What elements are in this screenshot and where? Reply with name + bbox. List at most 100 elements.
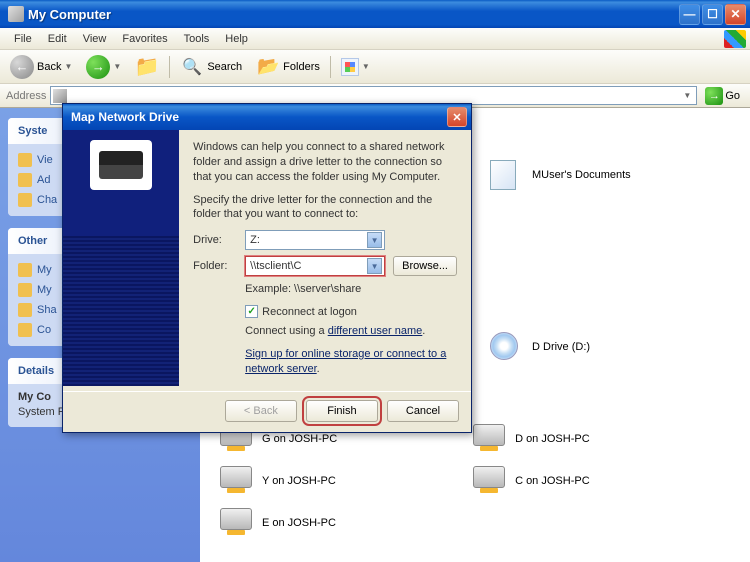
close-button[interactable]: ✕ xyxy=(725,4,746,25)
separator xyxy=(169,56,170,78)
back-button: < Back xyxy=(225,400,297,422)
drive-label: Drive: xyxy=(193,234,237,246)
folder-value: \\tsclient\C xyxy=(250,260,301,272)
reconnect-checkbox[interactable]: ✓ xyxy=(245,305,258,318)
go-icon: → xyxy=(705,87,723,105)
mycomputer-icon xyxy=(8,6,24,22)
address-label: Address xyxy=(6,90,46,102)
network-drive-icon xyxy=(220,508,252,530)
different-user-link[interactable]: different user name xyxy=(328,325,423,337)
dialog-specify-text: Specify the drive letter for the connect… xyxy=(193,193,457,223)
file-label: C on JOSH-PC xyxy=(515,475,590,487)
file-item[interactable]: E on JOSH-PC xyxy=(220,508,470,538)
drive-combo[interactable]: Z: ▼ xyxy=(245,230,385,250)
chevron-down-icon: ▼ xyxy=(367,258,382,274)
map-network-drive-dialog: Map Network Drive ✕ Windows can help you… xyxy=(62,103,472,433)
window-title: My Computer xyxy=(28,7,679,22)
search-label: Search xyxy=(207,61,242,73)
dialog-sidebar xyxy=(63,130,179,386)
chevron-down-icon: ▼ xyxy=(64,62,72,71)
separator xyxy=(330,56,331,78)
file-item[interactable]: MUser's Documents xyxy=(490,160,740,190)
document-icon xyxy=(490,160,516,190)
chevron-down-icon[interactable]: ▼ xyxy=(683,91,691,100)
menu-tools[interactable]: Tools xyxy=(176,31,218,47)
folders-icon: 📂 xyxy=(256,55,280,79)
window-titlebar: My Computer — ☐ ✕ xyxy=(0,0,750,28)
maximize-button[interactable]: ☐ xyxy=(702,4,723,25)
menu-favorites[interactable]: Favorites xyxy=(114,31,175,47)
task-icon xyxy=(18,263,32,277)
forward-icon: → xyxy=(86,55,110,79)
menu-file[interactable]: File xyxy=(6,31,40,47)
example-text: Example: \\server\share xyxy=(245,282,457,297)
network-drive-icon xyxy=(473,466,505,488)
search-button[interactable]: 🔍 Search xyxy=(176,53,246,81)
toolbar: ← Back ▼ → ▼ 📁 🔍 Search 📂 Folders ▼ xyxy=(0,50,750,84)
drive-value: Z: xyxy=(250,234,260,246)
file-label: D Drive (D:) xyxy=(532,341,590,353)
chevron-down-icon: ▼ xyxy=(113,62,121,71)
task-heading: Details xyxy=(18,365,54,377)
folders-button[interactable]: 📂 Folders xyxy=(252,53,324,81)
dialog-sidebar-bg xyxy=(63,236,179,386)
dialog-buttons: < Back Finish Cancel xyxy=(63,391,471,432)
folders-label: Folders xyxy=(283,61,320,73)
windows-flag-icon xyxy=(724,30,746,48)
file-item[interactable]: Y on JOSH-PC xyxy=(220,466,470,496)
file-item[interactable]: C on JOSH-PC xyxy=(473,466,723,496)
dialog-title: Map Network Drive xyxy=(71,110,447,124)
network-drive-icon xyxy=(473,424,505,446)
task-heading: Syste xyxy=(18,125,47,137)
menu-help[interactable]: Help xyxy=(217,31,256,47)
chevron-down-icon: ▼ xyxy=(362,62,370,71)
folder-up-icon: 📁 xyxy=(135,55,159,79)
minimize-button[interactable]: — xyxy=(679,4,700,25)
forward-button[interactable]: → ▼ xyxy=(82,53,125,81)
file-label: E on JOSH-PC xyxy=(262,517,336,529)
dialog-close-button[interactable]: ✕ xyxy=(447,107,467,127)
file-label: D on JOSH-PC xyxy=(515,433,590,445)
task-icon xyxy=(18,283,32,297)
file-item[interactable]: D Drive (D:) xyxy=(490,332,740,362)
dialog-intro-text: Windows can help you connect to a shared… xyxy=(193,140,457,185)
task-icon xyxy=(18,323,32,337)
task-icon xyxy=(18,153,32,167)
file-item[interactable]: D on JOSH-PC xyxy=(473,424,723,454)
cd-drive-icon xyxy=(490,332,518,360)
go-label: Go xyxy=(725,90,740,102)
browse-button[interactable]: Browse... xyxy=(393,256,457,276)
back-label: Back xyxy=(37,61,61,73)
file-label: G on JOSH-PC xyxy=(262,433,337,445)
chevron-down-icon: ▼ xyxy=(367,232,382,248)
details-name: My Co xyxy=(18,391,51,403)
menu-view[interactable]: View xyxy=(75,31,115,47)
task-icon xyxy=(18,173,32,187)
task-icon xyxy=(18,303,32,317)
folder-combo[interactable]: \\tsclient\C ▼ xyxy=(245,256,385,276)
network-drive-icon xyxy=(220,466,252,488)
view-icon xyxy=(341,58,359,76)
dialog-main: Windows can help you connect to a shared… xyxy=(179,130,471,391)
search-icon: 🔍 xyxy=(180,55,204,79)
menubar: File Edit View Favorites Tools Help xyxy=(0,28,750,50)
dialog-titlebar: Map Network Drive ✕ xyxy=(63,104,471,130)
folder-label: Folder: xyxy=(193,260,237,272)
task-heading: Other xyxy=(18,235,47,247)
reconnect-label: Reconnect at logon xyxy=(262,306,357,318)
file-label: MUser's Documents xyxy=(532,169,631,181)
task-icon xyxy=(18,193,32,207)
go-button[interactable]: → Go xyxy=(701,87,744,105)
connect-using-text: Connect using a xyxy=(245,325,328,337)
signup-link[interactable]: Sign up for online storage or connect to… xyxy=(245,348,446,375)
drive-graphic-icon xyxy=(90,140,152,190)
cancel-button[interactable]: Cancel xyxy=(387,400,459,422)
mycomputer-icon xyxy=(53,89,67,103)
back-icon: ← xyxy=(10,55,34,79)
up-button[interactable]: 📁 xyxy=(131,53,163,81)
menu-edit[interactable]: Edit xyxy=(40,31,75,47)
back-button[interactable]: ← Back ▼ xyxy=(6,53,76,81)
finish-button[interactable]: Finish xyxy=(306,400,378,422)
view-button[interactable]: ▼ xyxy=(337,56,374,78)
file-label: Y on JOSH-PC xyxy=(262,475,336,487)
